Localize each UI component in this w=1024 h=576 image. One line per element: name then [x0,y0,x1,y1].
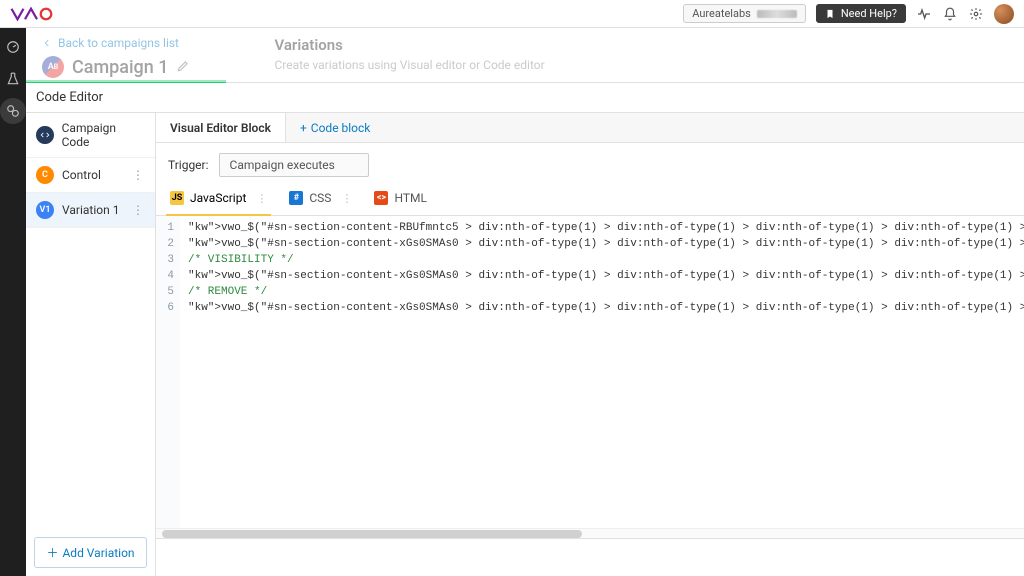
vwo-logo[interactable] [10,6,58,22]
scrollbar-thumb[interactable] [162,530,582,538]
help-label: Need Help? [841,7,897,20]
variations-subtitle: Create variations using Visual editor or… [274,58,544,72]
variations-side-panel: Campaign Code C Control ⋮ V1 Variation 1… [26,113,156,576]
back-label: Back to campaigns list [58,36,179,50]
line-gutter: 1 2 3 4 5 6 [156,216,180,528]
tab-visual-editor-block[interactable]: Visual Editor Block [156,113,286,142]
rail-dashboard[interactable] [0,34,26,60]
js-label: JavaScript [190,191,246,205]
rail-experiments[interactable] [0,66,26,92]
code-lines[interactable]: "kw">vwo_$("#sn-section-content-RBUfmntc… [180,216,1024,528]
editor-toolbar: Code Editor Version history Settings Hel… [26,83,1024,113]
tab-add-code-block[interactable]: + Code block [286,113,384,142]
control-label: Control [62,168,101,182]
html-badge-icon: <> [374,191,388,205]
campaign-code-label: Campaign Code [62,121,145,149]
progress-bar [26,80,226,83]
css-menu-icon[interactable]: ⋮ [341,192,352,205]
add-variation-label: Add Variation [62,546,134,560]
edit-name-icon[interactable] [176,58,190,77]
editor-footer: Discard Done [156,538,1024,576]
workspace-label: Aureatelabs [692,7,751,20]
left-nav-rail [0,28,26,576]
sidebar-item-control[interactable]: C Control ⋮ [26,158,155,193]
variation1-badge: V1 [36,201,54,219]
avatar[interactable] [994,4,1014,24]
bell-icon[interactable] [942,6,958,22]
lang-tab-js[interactable]: JS JavaScript ⋮ [168,187,269,209]
js-badge-icon: JS [170,191,184,205]
variation1-menu-icon[interactable]: ⋮ [132,203,145,217]
code-icon [36,126,54,144]
help-button[interactable]: Need Help? [816,4,906,23]
sidebar-item-campaign-code[interactable]: Campaign Code [26,113,155,158]
pulse-icon[interactable] [916,6,932,22]
rail-ab-test[interactable] [0,98,26,124]
css-label: CSS [309,191,331,205]
gear-icon[interactable] [968,6,984,22]
editor-tab-row: Visual Editor Block + Code block [156,113,1024,143]
trigger-select[interactable]: Campaign executes [219,153,369,177]
visual-block-label: Visual Editor Block [170,121,271,135]
control-badge: C [36,166,54,184]
horizontal-scrollbar[interactable] [156,528,1024,538]
variation1-label: Variation 1 [62,203,119,217]
ab-badge-icon: AB [42,56,64,78]
sidebar-item-variation-1[interactable]: V1 Variation 1 ⋮ [26,193,155,228]
language-tabs: JS JavaScript ⋮ # CSS ⋮ <> HTML [156,187,1024,216]
plus-icon: ＋ [46,544,58,561]
campaign-title: Campaign 1 [72,57,168,78]
js-menu-icon[interactable]: ⋮ [256,192,267,205]
css-badge-icon: # [289,191,303,205]
workspace-id-mask [757,10,797,18]
lang-tab-css[interactable]: # CSS ⋮ [287,187,354,209]
variations-title: Variations [274,36,544,54]
trigger-row: Trigger: Campaign executes [156,143,1024,187]
topbar: Aureatelabs Need Help? [0,0,1024,28]
campaign-header: Back to campaigns list AB Campaign 1 Var… [26,28,1024,83]
plus-icon: + [300,121,307,135]
add-variation-button[interactable]: ＋ Add Variation [34,537,147,568]
trigger-value: Campaign executes [230,158,335,172]
editor-title: Code Editor [36,90,103,105]
html-label: HTML [394,191,427,205]
trigger-label: Trigger: [168,158,209,172]
workspace-pill[interactable]: Aureatelabs [683,4,806,23]
back-to-campaigns-link[interactable]: Back to campaigns list [42,36,190,50]
code-editor[interactable]: 1 2 3 4 5 6 "kw">vwo_$("#sn-section-cont… [156,216,1024,528]
control-menu-icon[interactable]: ⋮ [132,168,145,182]
lang-tab-html[interactable]: <> HTML [372,187,429,209]
code-block-label: Code block [311,121,371,135]
